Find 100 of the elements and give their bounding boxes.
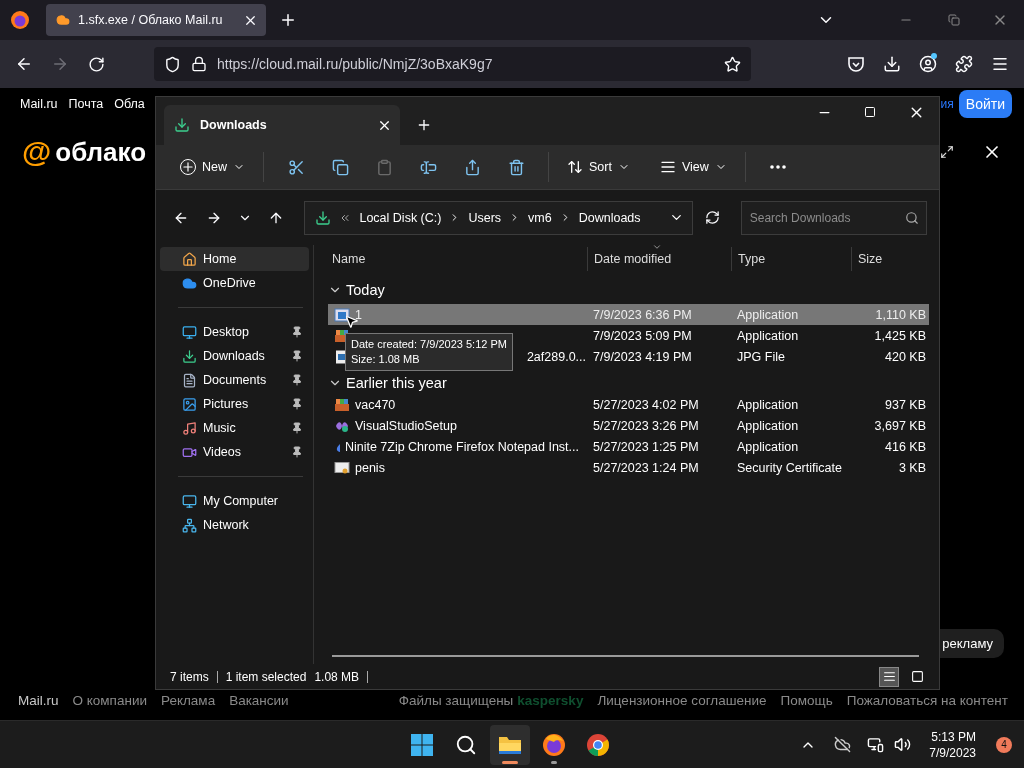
monitor-icon	[182, 324, 197, 340]
cloud-icon	[56, 13, 70, 27]
download-icon	[182, 348, 197, 364]
size-cell-text: 416 KB	[884, 439, 927, 454]
new-tab-icon[interactable]	[416, 117, 432, 133]
scrollbar[interactable]	[332, 655, 919, 657]
refresh-icon[interactable]	[704, 210, 720, 225]
date-cell-text: 7/9/2023 5:09 PM	[592, 328, 693, 343]
sidebar-item[interactable]: Pictures	[160, 392, 309, 416]
new-button[interactable]: New	[174, 151, 251, 183]
address-field[interactable]: https://cloud.mail.ru/public/NmjZ/3oBxaK9g7	[154, 47, 751, 81]
footer-link[interactable]: Mail.ru	[18, 692, 59, 708]
column-header[interactable]: Size	[851, 247, 929, 271]
logo-text: облако	[55, 136, 147, 168]
copy-icon	[331, 158, 349, 176]
size-cell-text: 420 KB	[884, 349, 927, 364]
cloud-off-icon[interactable]	[834, 736, 852, 753]
window-tab[interactable]: Downloads	[164, 105, 400, 145]
sidebar-item[interactable]: Network	[160, 513, 309, 537]
address-bar[interactable]: Local Disk (C:) Users vm6 Downloads	[304, 200, 694, 235]
sidebar-item[interactable]: My Computer	[160, 489, 309, 513]
nav-link[interactable]: Mail.ru	[20, 97, 58, 111]
nav-link[interactable]: Обла	[114, 97, 145, 111]
reload-icon[interactable]	[87, 55, 105, 73]
details-view-button[interactable]	[879, 666, 899, 687]
square-icon	[910, 670, 924, 683]
footer-link[interactable]: Вакансии	[229, 692, 289, 708]
tooltip-line: Date created: 7/9/2023 5:12 PM	[351, 337, 507, 352]
maximize-icon[interactable]	[864, 106, 876, 118]
taskbar-button[interactable]	[490, 724, 530, 765]
network-icon	[182, 517, 197, 533]
footer-link[interactable]: Реклама	[161, 692, 216, 708]
file-name: penis	[355, 460, 385, 475]
search-icon	[455, 733, 477, 756]
date-cell-text: 5/27/2023 1:25 PM	[592, 439, 700, 454]
sidebar-item[interactable]: OneDrive	[160, 271, 309, 295]
new-tab-icon[interactable]	[279, 11, 297, 29]
view-button[interactable]: View	[653, 151, 733, 183]
type-cell-text: Application	[736, 328, 800, 343]
type-cell-text: Application	[736, 397, 800, 412]
sidebar-item[interactable]: Music	[160, 416, 309, 440]
network-icon[interactable]	[867, 736, 885, 753]
column-header[interactable]: Type	[731, 247, 851, 271]
column-header[interactable]: Date modified	[587, 247, 731, 271]
plus-icon	[180, 159, 196, 175]
extensions-icon[interactable]	[955, 55, 973, 73]
sidebar-item[interactable]: Documents	[160, 368, 309, 392]
volume-icon[interactable]	[894, 736, 912, 753]
breadcrumb-item[interactable]: vm6	[528, 210, 552, 225]
login-button[interactable]: Войти	[958, 90, 1012, 118]
file-name: Ninite 7Zip Chrome Firefox Notepad Inst...	[344, 439, 579, 454]
running-indicator	[502, 760, 518, 764]
firefox-icon	[10, 10, 30, 30]
restore-icon[interactable]	[948, 14, 960, 26]
footer-link[interactable]: Пожаловаться на контент	[846, 692, 1008, 708]
sidebar-item[interactable]: Downloads	[160, 344, 309, 368]
breadcrumb-item[interactable]: Local Disk (C:)	[359, 210, 442, 225]
type-cell-text: Application	[736, 439, 800, 454]
download-icon[interactable]	[883, 55, 901, 73]
lines-icon	[659, 159, 676, 175]
rename-icon	[419, 158, 437, 176]
menu-icon[interactable]	[991, 55, 1009, 73]
group-header: Today	[346, 282, 385, 298]
installer-icon	[334, 397, 350, 412]
account-icon[interactable]	[919, 55, 937, 73]
ad-button[interactable]: рекламу	[939, 629, 1004, 658]
type-cell-text: JPG File	[736, 349, 786, 364]
tooltip-line: Size: 1.08 MB	[351, 352, 421, 367]
breadcrumb-item[interactable]: Downloads	[578, 210, 641, 225]
footer-link[interactable]: О компании	[72, 692, 147, 708]
nav-link[interactable]: Почта	[68, 97, 104, 111]
music-icon	[182, 420, 197, 436]
date-cell-text: 5/27/2023 1:24 PM	[592, 460, 700, 475]
file-name: vac470	[355, 397, 396, 412]
fullscreen-icon[interactable]	[940, 145, 954, 159]
breadcrumb-item[interactable]: Users	[468, 210, 502, 225]
search-field[interactable]: Search Downloads	[740, 200, 927, 235]
browser-tab[interactable]: 1.sfx.exe / Облако Mail.ru	[46, 4, 266, 36]
clock[interactable]: 5:13 PM 7/9/2023	[929, 728, 976, 761]
back-icon[interactable]	[15, 55, 33, 73]
sidebar-item[interactable]: Desktop	[160, 320, 309, 344]
time-text: 5:13 PM	[931, 728, 976, 745]
sidebar-item[interactable]: Videos	[160, 440, 309, 464]
bookmark-star-icon[interactable]	[724, 55, 741, 73]
selected-row[interactable]: 1 7/9/2023 6:36 PM Application 1,110 KB	[328, 304, 929, 325]
size-cell-text: 937 KB	[884, 397, 927, 412]
nav-link[interactable]: ия	[940, 97, 954, 111]
size-cell-text: 1,110 KB	[874, 307, 927, 322]
windows-icon	[410, 732, 434, 757]
sort-button[interactable]: Sort	[561, 151, 636, 183]
sort-icon	[567, 159, 583, 175]
footer-link[interactable]: Лицензионное соглашение	[597, 692, 767, 708]
column-header[interactable]: Name	[328, 247, 587, 271]
group-header: Earlier this year	[346, 374, 447, 391]
lock-icon	[191, 56, 207, 72]
clipboard-icon	[375, 158, 393, 176]
footer-link[interactable]: Помощь	[780, 692, 833, 708]
pocket-icon[interactable]	[847, 55, 865, 73]
date-text: 7/9/2023	[929, 744, 976, 761]
sidebar-item[interactable]: Home	[160, 247, 309, 271]
